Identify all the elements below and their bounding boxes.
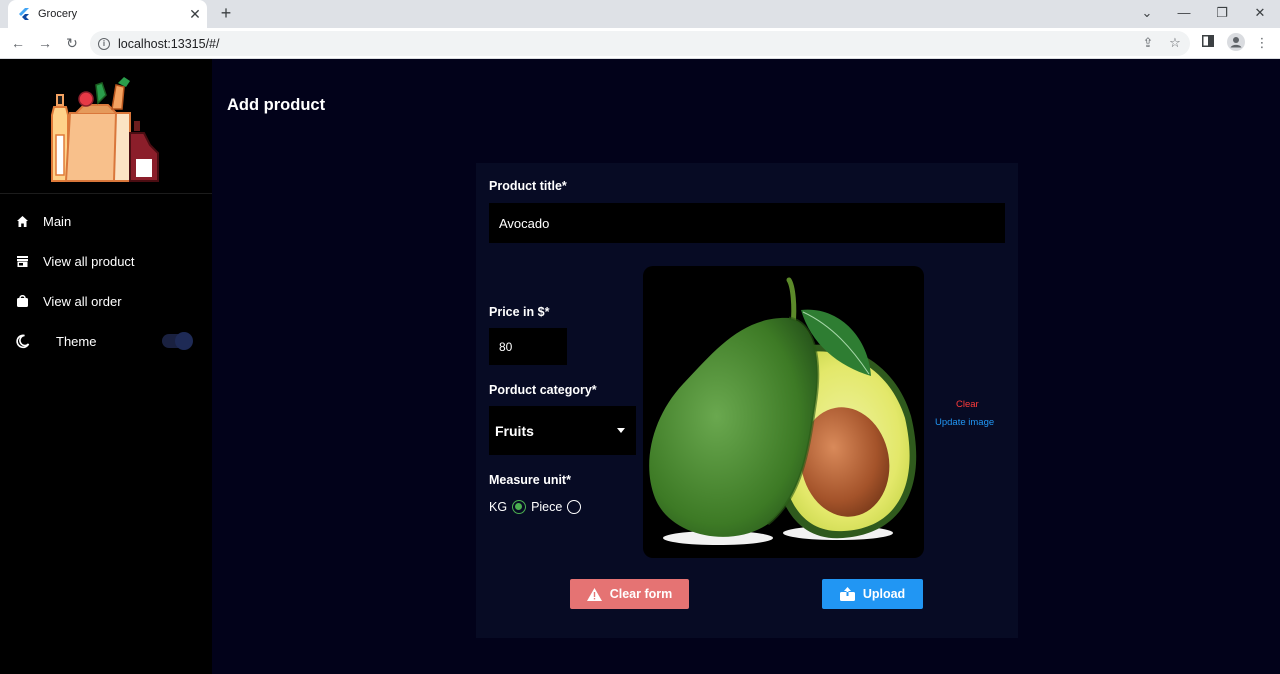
sidebar-item-view-all-order[interactable]: View all order <box>0 281 212 321</box>
logo-area <box>0 59 212 194</box>
app-root: Main View all product View all order The… <box>0 59 1280 674</box>
moon-icon <box>14 333 30 349</box>
radio-kg[interactable] <box>512 500 527 514</box>
product-image-preview <box>643 266 924 558</box>
url-text[interactable]: localhost:13315/#/ <box>118 37 219 51</box>
address-bar[interactable]: i localhost:13315/#/ <box>90 31 1190 56</box>
tab-search-icon[interactable]: ⌄ <box>1128 0 1166 28</box>
upload-button[interactable]: Upload <box>822 579 923 609</box>
grocery-logo <box>51 77 159 182</box>
sidebar-item-label: View all order <box>43 293 122 309</box>
browser-toolbar: ← → ↻ i localhost:13315/#/ ⇪ ☆ ⋮ <box>0 28 1280 59</box>
price-label: Price in $* <box>489 305 550 319</box>
browser-tab-bar: Grocery ✕ + ⌄ — ❐ ✕ <box>0 0 1280 28</box>
share-icon[interactable]: ⇪ <box>1138 33 1158 53</box>
sidebar-item-theme: Theme <box>0 321 212 361</box>
sidebar-item-label: Main <box>43 213 72 229</box>
profile-avatar-icon[interactable] <box>1226 33 1246 53</box>
radio-label-piece: Piece <box>531 500 563 514</box>
upload-label: Upload <box>862 587 906 601</box>
home-icon <box>14 213 30 229</box>
browser-menu-icon[interactable]: ⋮ <box>1252 33 1272 53</box>
upload-icon <box>839 587 855 601</box>
sidebar: Main View all product View all order The… <box>0 59 212 674</box>
radio-label-kg: KG <box>489 500 508 514</box>
category-label: Porduct category* <box>489 383 597 397</box>
avocado-image <box>649 277 917 545</box>
clear-form-button[interactable]: Clear form <box>570 579 689 609</box>
flutter-icon <box>19 8 29 20</box>
warning-icon <box>586 587 602 601</box>
back-icon[interactable]: ← <box>7 32 29 54</box>
clear-form-label: Clear form <box>609 587 673 601</box>
minimize-icon[interactable]: — <box>1165 0 1203 28</box>
dropdown-arrow-icon <box>617 428 625 433</box>
measure-unit-label: Measure unit* <box>489 473 571 487</box>
sidebar-item-main[interactable]: Main <box>0 201 212 241</box>
forward-icon[interactable]: → <box>34 32 56 54</box>
category-select[interactable]: Fruits <box>489 406 636 455</box>
bookmark-star-icon[interactable]: ☆ <box>1165 33 1185 53</box>
toggle-knob <box>175 332 193 350</box>
product-title-label: Product title* <box>489 179 567 193</box>
update-image-link[interactable]: Update image <box>935 417 994 428</box>
close-tab-icon[interactable]: ✕ <box>183 6 207 23</box>
theme-toggle[interactable] <box>162 332 193 350</box>
new-tab-icon[interactable]: + <box>215 2 237 24</box>
browser-tab[interactable]: Grocery ✕ <box>8 0 207 28</box>
side-panel-icon[interactable] <box>1198 33 1218 53</box>
sidebar-item-view-all-product[interactable]: View all product <box>0 241 212 281</box>
restore-icon[interactable]: ❐ <box>1203 0 1241 28</box>
price-input[interactable]: 80 <box>489 328 567 365</box>
shopping-bag-icon <box>14 293 30 309</box>
window-close-icon[interactable]: ✕ <box>1241 0 1279 28</box>
store-icon <box>14 253 30 269</box>
radio-piece[interactable] <box>567 500 582 514</box>
theme-label: Theme <box>56 333 97 349</box>
clear-image-link[interactable]: Clear <box>956 399 979 410</box>
product-title-input[interactable]: Avocado <box>489 203 1005 243</box>
add-product-form: Product title* Avocado Price in $* 80 Po… <box>476 163 1018 638</box>
tab-title: Grocery <box>38 8 78 20</box>
site-info-icon[interactable]: i <box>98 37 110 50</box>
measure-unit-radio-group: KG Piece <box>489 500 586 514</box>
reload-icon[interactable]: ↻ <box>61 32 83 54</box>
sidebar-item-label: View all product <box>43 253 135 269</box>
page-title: Add product <box>227 96 326 114</box>
category-selected-value: Fruits <box>495 422 534 439</box>
